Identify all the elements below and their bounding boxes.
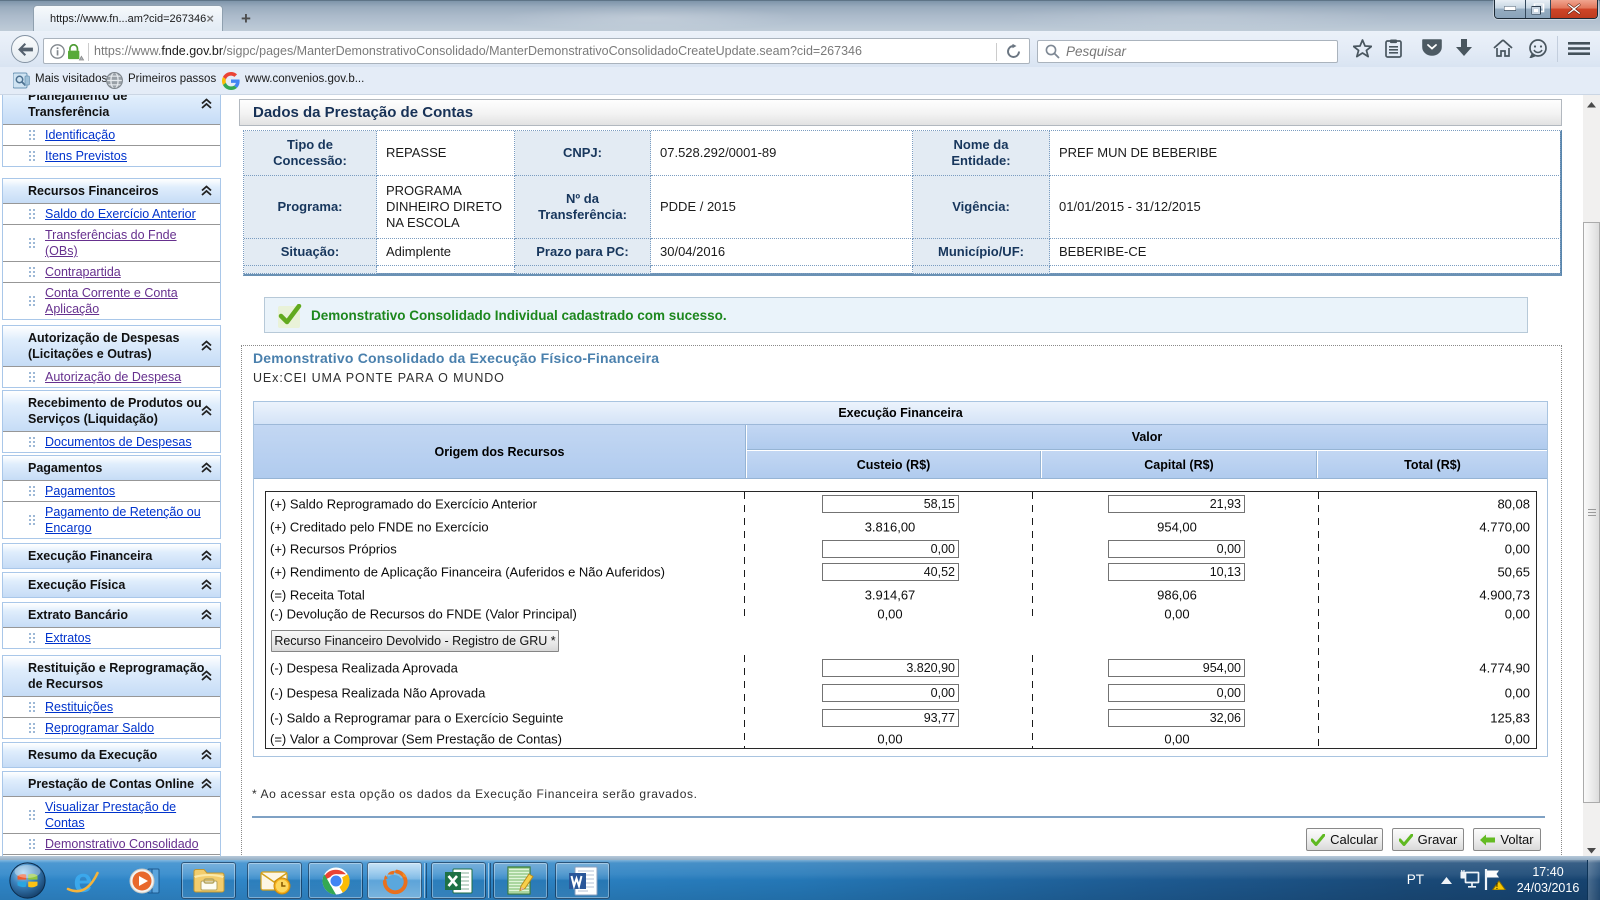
svg-text:e: e <box>74 864 93 898</box>
svg-text:!: ! <box>1496 882 1499 890</box>
